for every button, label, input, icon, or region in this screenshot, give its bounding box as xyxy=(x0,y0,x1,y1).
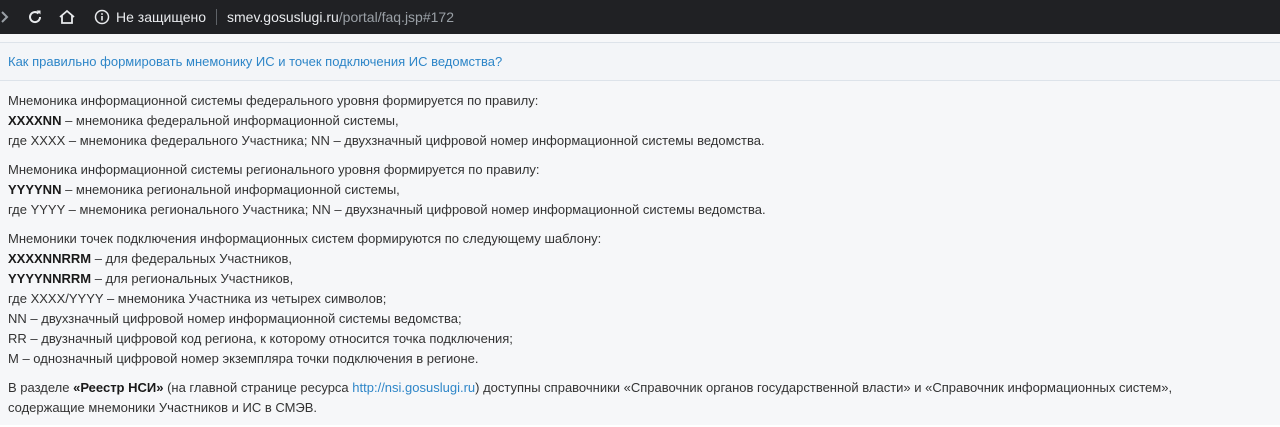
mnemonic-code: XXXXNN xyxy=(8,113,62,128)
nsi-link[interactable]: http://nsi.gosuslugi.ru xyxy=(352,380,475,395)
text-span: – мнемоника федеральной информационной с… xyxy=(61,113,399,128)
answer-paragraph-federal: Мнемоника информационной системы федерал… xyxy=(8,91,1272,151)
text-line: XXXXNN – мнемоника федеральной информаци… xyxy=(8,111,1272,131)
text-line: где YYYY – мнемоника регионального Участ… xyxy=(8,202,766,217)
browser-toolbar: Не защищено smev.gosuslugi.ru/portal/faq… xyxy=(0,0,1280,34)
text-line: где XXXX/YYYY – мнемоника Участника из ч… xyxy=(8,291,387,306)
mnemonic-code: YYYYNNRRM xyxy=(8,271,92,286)
registry-name: «Реестр НСИ» xyxy=(73,380,164,395)
text-line: где XXXX – мнемоника федерального Участн… xyxy=(8,133,765,148)
forward-icon[interactable] xyxy=(0,6,10,28)
text-line: содержащие мнемоники Участников и ИС в С… xyxy=(8,400,318,415)
info-icon[interactable] xyxy=(94,9,110,25)
text-line: XXXXNNRRM – для федеральных Участников, xyxy=(8,249,1272,269)
text-span: В разделе xyxy=(8,380,74,395)
text-span: ) доступны справочники «Справочник орган… xyxy=(475,380,1173,395)
answer-paragraph-regional: Мнемоника информационной системы региона… xyxy=(8,160,1272,220)
mnemonic-code: YYYYNN xyxy=(8,182,62,197)
page-content: Как правильно формировать мнемонику ИС и… xyxy=(0,34,1280,425)
text-line: RR – двузначный цифровой код региона, к … xyxy=(8,331,513,346)
url-path: /portal/faq.jsp#172 xyxy=(338,9,454,25)
text-span: – для региональных Участников, xyxy=(91,271,294,286)
address-bar[interactable]: Не защищено smev.gosuslugi.ru/portal/faq… xyxy=(86,4,1268,30)
text-line: M – однозначный цифровой номер экземпляр… xyxy=(8,351,479,366)
faq-question-link[interactable]: Как правильно формировать мнемонику ИС и… xyxy=(8,54,502,69)
text-span: (на главной странице ресурса xyxy=(163,380,353,395)
security-label: Не защищено xyxy=(116,9,206,25)
address-separator xyxy=(216,9,217,25)
url-host: smev.gosuslugi.ru xyxy=(227,9,339,25)
text-line: YYYYNNRRM – для региональных Участников, xyxy=(8,269,1272,289)
answer-paragraph-registry: В разделе «Реестр НСИ» (на главной стран… xyxy=(8,378,1272,418)
text-line: В разделе «Реестр НСИ» (на главной стран… xyxy=(8,378,1272,398)
text-line: NN – двухзначный цифровой номер информац… xyxy=(8,311,462,326)
text-span: – для федеральных Участников, xyxy=(91,251,293,266)
text-line: Мнемоника информационной системы региона… xyxy=(8,162,540,177)
reload-icon[interactable] xyxy=(24,6,46,28)
home-icon[interactable] xyxy=(56,6,78,28)
mnemonic-code: XXXXNNRRM xyxy=(8,251,92,266)
faq-answer: Мнемоника информационной системы федерал… xyxy=(8,91,1272,427)
answer-paragraph-connection-points: Мнемоники точек подключения информационн… xyxy=(8,229,1272,369)
text-line: YYYYNN – мнемоника региональной информац… xyxy=(8,180,1272,200)
text-line: Мнемоники точек подключения информационн… xyxy=(8,231,602,246)
text-span: – мнемоника региональной информационной … xyxy=(61,182,400,197)
faq-question-bar: Как правильно формировать мнемонику ИС и… xyxy=(0,42,1280,81)
text-line: Мнемоника информационной системы федерал… xyxy=(8,93,539,108)
